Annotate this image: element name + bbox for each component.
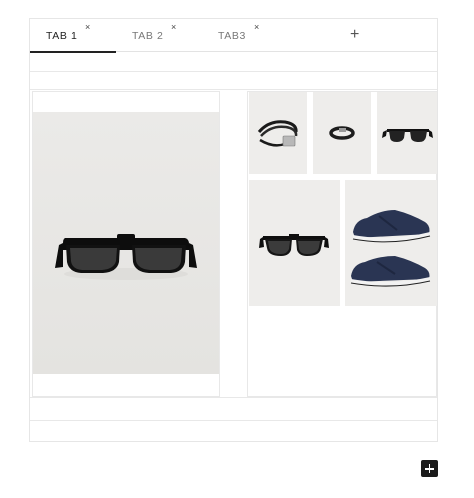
sneakers-icon <box>350 210 431 287</box>
sunglasses-icon <box>55 234 197 280</box>
large-sunglasses-image[interactable] <box>33 112 219 374</box>
tab-1-close-icon[interactable]: × <box>85 23 91 32</box>
small-sunglasses-image[interactable] <box>377 92 437 174</box>
ring-icon <box>329 126 355 140</box>
tab-3-label: TAB3 <box>218 30 246 42</box>
tab-1[interactable]: TAB 1 × <box>30 19 116 53</box>
tab-3[interactable]: TAB3 × <box>202 19 288 52</box>
tab-2[interactable]: TAB 2 × <box>116 19 202 52</box>
tab-1-label: TAB 1 <box>46 30 78 42</box>
row-separator-top <box>30 52 437 72</box>
row-separator-second <box>30 72 437 90</box>
medium-sunglasses-image[interactable] <box>249 180 340 306</box>
bracelet-icon <box>257 120 298 147</box>
sunglasses-icon <box>259 234 329 256</box>
tab-bar: TAB 1 × TAB 2 × TAB3 × + <box>30 19 437 53</box>
bracelet-image[interactable] <box>249 92 307 174</box>
left-column <box>32 91 220 397</box>
sneakers-image[interactable] <box>345 180 437 306</box>
tab-2-label: TAB 2 <box>132 30 164 42</box>
tab-2-close-icon[interactable]: × <box>171 23 177 32</box>
sunglasses-icon <box>382 129 433 142</box>
add-block-button[interactable] <box>421 460 438 477</box>
right-column <box>247 91 437 397</box>
tabbed-editor: TAB 1 × TAB 2 × TAB3 × + <box>29 18 438 442</box>
tab-3-close-icon[interactable]: × <box>254 23 260 32</box>
ring-image[interactable] <box>313 92 371 174</box>
row-separator-bottom <box>30 397 437 421</box>
add-tab-icon[interactable]: + <box>350 27 359 43</box>
